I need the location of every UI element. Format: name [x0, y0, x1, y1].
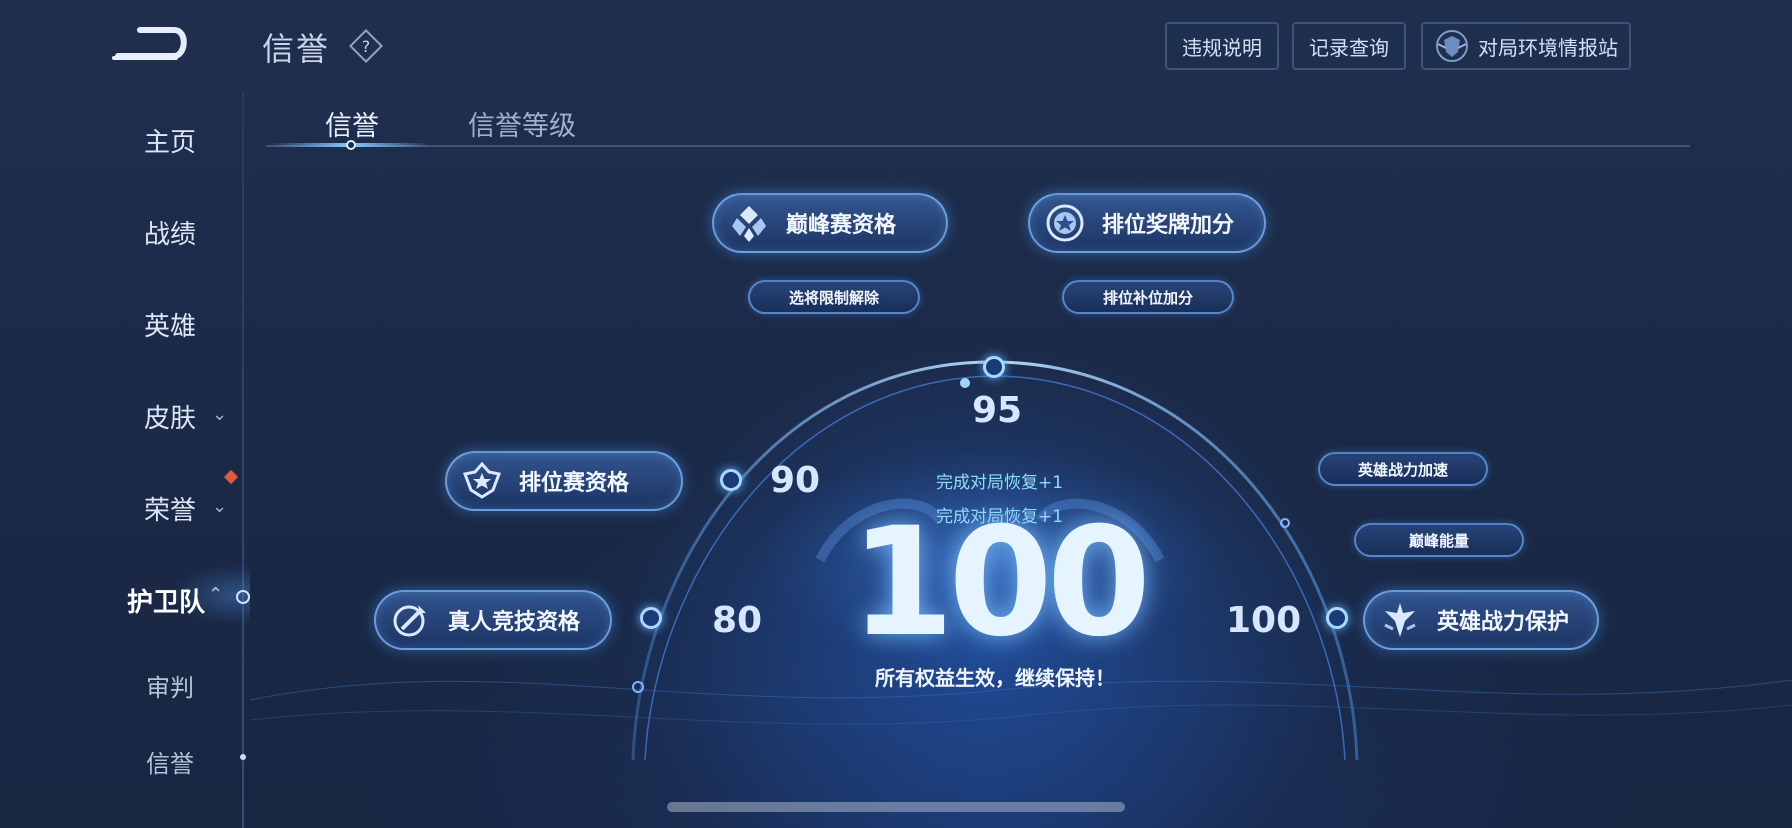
threshold-90: 90: [770, 460, 821, 501]
records-button-label: 记录查询: [1309, 35, 1389, 60]
hero-protect-icon: [1384, 603, 1416, 637]
records-button[interactable]: 记录查询: [1292, 22, 1406, 70]
pick-restriction-lift-label: 选将限制解除: [788, 288, 879, 307]
credit-score: 100: [850, 496, 1151, 670]
ranked-qualification-label: 排位赛资格: [519, 471, 630, 496]
environment-station-button[interactable]: 对局环境情报站: [1421, 22, 1631, 70]
threshold-95: 95: [972, 390, 1023, 431]
chevron-up-icon: ⌃: [208, 584, 224, 605]
threshold-node-90: [720, 469, 742, 491]
sidebar-active-dot: [240, 754, 246, 760]
hero-power-protect-label: 英雄战力保护: [1437, 610, 1570, 635]
threshold-100: 100: [1226, 600, 1302, 641]
peak-energy-label: 巅峰能量: [1408, 531, 1469, 550]
threshold-80: 80: [712, 600, 763, 641]
hero-power-boost-tag[interactable]: 英雄战力加速: [1318, 452, 1488, 486]
medal-star-icon: [1046, 204, 1084, 242]
sidebar-item-label: 主页: [143, 128, 196, 158]
home-indicator[interactable]: [667, 802, 1125, 812]
peak-energy-tag[interactable]: 巅峰能量: [1354, 523, 1524, 557]
pick-restriction-lift-tag[interactable]: 选将限制解除: [748, 280, 920, 314]
environment-station-label: 对局环境情报站: [1478, 35, 1618, 60]
rules-button[interactable]: 违规说明: [1165, 22, 1279, 70]
tab-credit-level[interactable]: 信誉等级: [468, 104, 576, 143]
peak-crystal-icon: [732, 206, 766, 242]
svg-text:?: ?: [362, 37, 371, 56]
hero-power-boost-label: 英雄战力加速: [1357, 460, 1448, 479]
credit-arc: [249, 360, 1792, 761]
chevron-down-icon: ⌄: [212, 404, 228, 425]
sidebar-item-guard-team[interactable]: 护卫队 ⌃: [96, 582, 236, 619]
rank-medal-bonus-label: 排位奖牌加分: [1102, 213, 1235, 238]
sidebar-divider: [242, 92, 244, 828]
sidebar-active-node: [236, 590, 250, 604]
rules-button-label: 违规说明: [1182, 35, 1262, 60]
sidebar-item-label: 荣誉: [143, 496, 196, 526]
threshold-node-100: [1326, 607, 1348, 629]
sidebar-subitem-judgment[interactable]: 审判: [100, 668, 240, 703]
sidebar-item-label: 审判: [146, 674, 194, 702]
page-title: 信誉: [262, 30, 331, 68]
tab-credit[interactable]: 信誉: [325, 104, 379, 143]
sidebar-item-label: 英雄: [143, 312, 196, 342]
sidebar-item-skins[interactable]: 皮肤 ⌄: [100, 398, 240, 435]
chevron-down-icon: ⌄: [212, 496, 228, 517]
real-player-qualification-button[interactable]: 真人竞技资格: [374, 590, 612, 650]
threshold-node-95: [983, 356, 1005, 378]
sidebar-item-record[interactable]: 战绩: [100, 214, 240, 251]
real-player-icon: [393, 605, 426, 637]
back-button[interactable]: [112, 22, 192, 62]
back-arrow-icon: [112, 27, 187, 60]
notification-badge: [223, 469, 239, 485]
sidebar-item-label: 护卫队: [126, 588, 205, 618]
help-icon[interactable]: ?: [348, 28, 384, 64]
ranked-badge-icon: [462, 461, 502, 499]
sidebar-item-home[interactable]: 主页: [100, 122, 240, 159]
rank-fill-bonus-tag[interactable]: 排位补位加分: [1062, 280, 1234, 314]
shield-wings-icon: [1436, 30, 1468, 62]
real-player-qualification-label: 真人竞技资格: [448, 610, 581, 635]
sidebar-subitem-credit[interactable]: 信誉: [100, 744, 240, 779]
sidebar-item-honor[interactable]: 荣誉 ⌄: [100, 490, 240, 527]
ranked-qualification-button[interactable]: 排位赛资格: [445, 451, 683, 511]
tab-active-dot: [346, 140, 356, 150]
peak-qualification-button[interactable]: 巅峰赛资格: [712, 193, 948, 253]
score-status-text: 所有权益生效，继续保持！: [875, 666, 1115, 690]
sidebar-item-label: 信誉: [146, 750, 194, 778]
threshold-node-80: [640, 607, 662, 629]
sidebar-item-heroes[interactable]: 英雄: [100, 306, 240, 343]
sidebar-item-label: 皮肤: [143, 404, 196, 434]
peak-qualification-label: 巅峰赛资格: [786, 213, 897, 238]
rank-medal-bonus-button[interactable]: 排位奖牌加分: [1028, 193, 1266, 253]
hero-power-protect-button[interactable]: 英雄战力保护: [1363, 590, 1599, 650]
rank-fill-bonus-label: 排位补位加分: [1102, 288, 1193, 307]
sidebar-item-label: 战绩: [143, 220, 196, 250]
recovery-note: 完成对局恢复+1: [936, 473, 1064, 493]
tab-divider: [266, 145, 1690, 147]
